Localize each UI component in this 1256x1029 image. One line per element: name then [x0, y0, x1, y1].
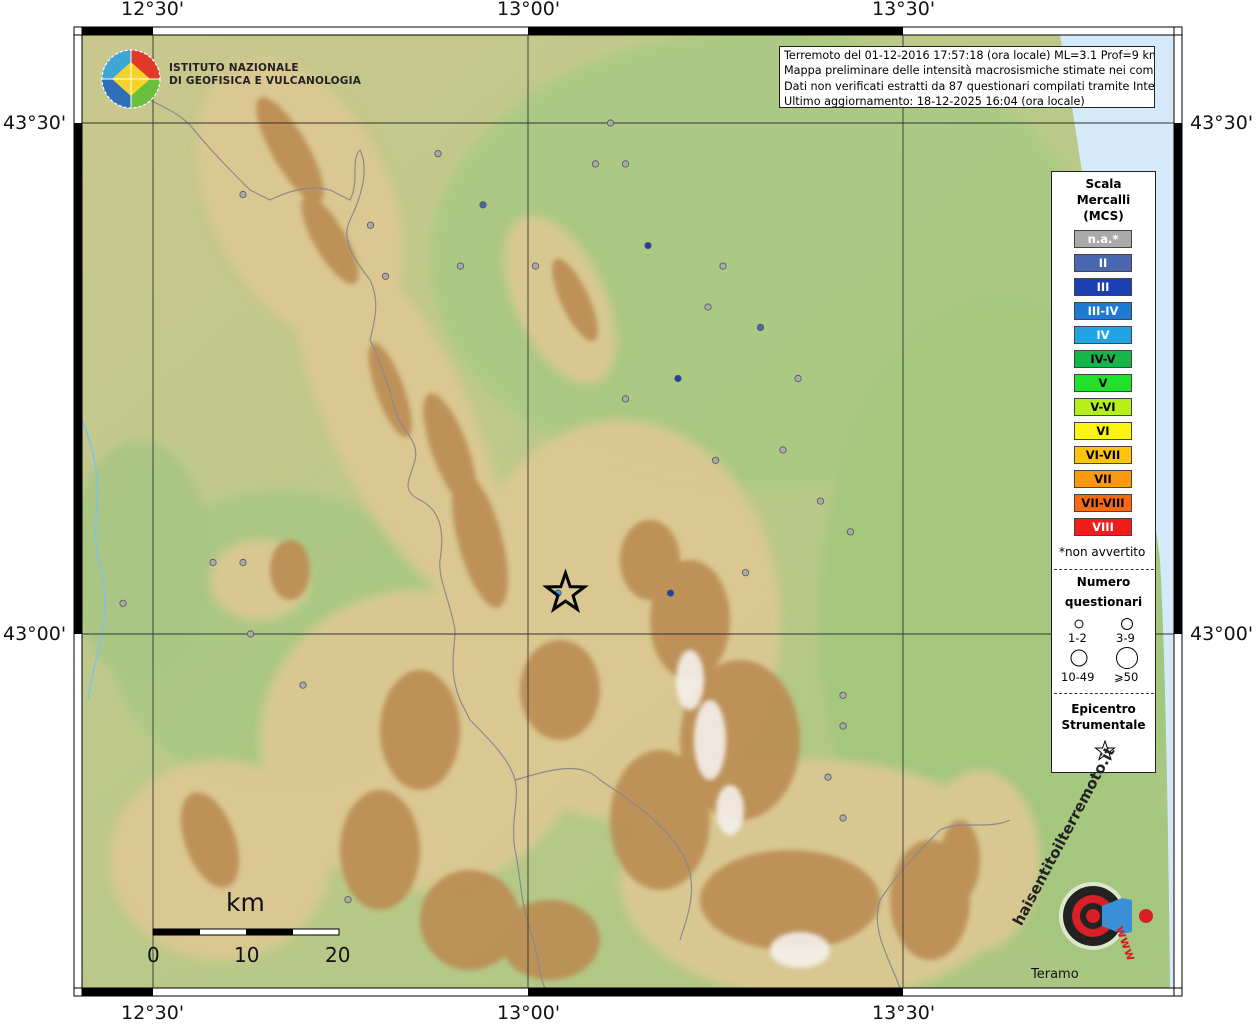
questionnaire-point	[456, 262, 465, 270]
legend-swatch: VII	[1074, 470, 1132, 488]
scale-bar	[152, 928, 340, 936]
questionnaire-point	[674, 374, 682, 383]
legend-swatch: IV-V	[1074, 350, 1132, 368]
info-line: Mappa preliminare delle intensità macros…	[784, 64, 1155, 78]
intensity-map: 12°30' 13°00' 13°30' 12°30' 13°00' 13°30…	[0, 0, 1256, 1024]
questionnaire-point	[621, 160, 630, 168]
bottom-lon-label: 12°30'	[121, 1002, 185, 1024]
questionnaire-point	[779, 446, 787, 454]
na-note: *non avvertito	[1059, 545, 1146, 559]
ingv-logo-text: ISTITUTO NAZIONALE DI GEOFISICA E VULCAN…	[169, 62, 361, 88]
questionnaire-point	[479, 201, 487, 209]
left-lat-label: 43°30'	[3, 112, 67, 134]
questionnaire-point	[209, 558, 217, 567]
questionnaire-point	[119, 599, 127, 607]
legend-epi-title: Epicentro	[1071, 702, 1136, 716]
questionnaire-point	[794, 374, 802, 383]
questionnaire-point	[741, 569, 750, 577]
questionnaire-point	[719, 262, 727, 270]
size-circle-10-49	[1070, 649, 1088, 667]
size-label: ⩾50	[1114, 670, 1139, 684]
questionnaire-point	[239, 190, 247, 199]
legend-swatch: III-IV	[1074, 302, 1132, 320]
questionnaire-point	[606, 119, 615, 127]
legend-swatch: VI	[1074, 422, 1132, 440]
legend-swatch: VI-VII	[1074, 446, 1132, 464]
top-lon-label: 13°00'	[497, 0, 561, 20]
bottom-lon-label: 13°00'	[497, 1002, 561, 1024]
questionnaire-point	[704, 303, 712, 311]
size-circle-3-9	[1121, 618, 1133, 630]
questionnaire-point	[299, 681, 307, 689]
questionnaire-point	[621, 395, 630, 403]
questionnaire-point	[239, 558, 247, 567]
place-label: Teramo	[1031, 967, 1079, 982]
questionnaire-point	[366, 221, 375, 229]
top-lon-label: 12°30'	[121, 0, 185, 20]
left-lat-label: 43°00'	[3, 623, 67, 645]
questionnaire-point	[531, 262, 540, 270]
legend-title: Mercalli	[1076, 193, 1131, 207]
scale-tick: 10	[234, 943, 260, 967]
logo-line: DI GEOFISICA E VULCANOLOGIA	[169, 75, 362, 87]
legend-epi-title: Strumentale	[1061, 718, 1146, 732]
legend-divider	[1054, 569, 1154, 570]
questionnaire-point	[816, 497, 825, 505]
size-label: 10-49	[1061, 670, 1095, 684]
questionnaire-point	[246, 630, 255, 638]
terrain-layer	[82, 35, 1174, 988]
right-lat-label: 43°00'	[1190, 623, 1254, 645]
bottom-lon-label: 13°30'	[872, 1002, 936, 1024]
questionnaire-point	[711, 456, 720, 464]
questionnaire-point	[434, 150, 442, 158]
scale-unit: km	[226, 888, 265, 917]
mcs-legend: Scala Mercalli (MCS) n.a.* II III III-IV IV I…	[1051, 171, 1156, 773]
size-label: 3-9	[1116, 631, 1135, 645]
questionnaire-point	[756, 323, 765, 331]
info-line: Ultimo aggiornamento: 18-12-2025 16:04 (…	[784, 95, 1085, 108]
legend-title: Scala	[1085, 177, 1122, 191]
right-lat-label: 43°30'	[1190, 112, 1254, 134]
legend-swatch: V	[1074, 374, 1132, 392]
size-circle-1-2	[1074, 619, 1084, 629]
questionnaire-point	[846, 528, 855, 536]
legend-swatch: II	[1074, 254, 1132, 272]
legend-divider	[1054, 693, 1154, 694]
questionnaire-point	[666, 589, 675, 597]
size-circle-50	[1116, 647, 1138, 669]
legend-num-title: questionari	[1064, 595, 1143, 609]
legend-title: (MCS)	[1083, 209, 1124, 223]
questionnaire-point	[839, 691, 847, 699]
size-label: 1-2	[1068, 631, 1087, 645]
ingv-logo	[101, 49, 161, 109]
legend-swatch: III	[1074, 278, 1132, 296]
questionnaire-point	[381, 272, 390, 280]
legend-num-title: Numero	[1076, 575, 1131, 589]
event-info-box: Terremoto del 01-12-2016 17:57:18 (ora l…	[779, 46, 1155, 108]
legend-swatch: IV	[1074, 326, 1132, 344]
questionnaire-point	[644, 242, 652, 250]
top-lon-label: 13°30'	[872, 0, 936, 20]
legend-swatch: n.a.*	[1074, 230, 1132, 248]
questionnaire-point	[591, 160, 600, 168]
questionnaire-point	[344, 896, 352, 904]
legend-swatch: V-VI	[1074, 398, 1132, 416]
questionnaire-point	[839, 814, 847, 822]
legend-swatch: VII-VIII	[1074, 494, 1132, 512]
info-line: Terremoto del 01-12-2016 17:57:18 (ora l…	[784, 49, 1155, 62]
legend-swatch: VIII	[1074, 518, 1132, 536]
info-line: Dati non verificati estratti da 87 quest…	[784, 79, 1155, 93]
questionnaire-point	[824, 773, 832, 781]
questionnaire-point	[839, 722, 847, 730]
scale-tick: 20	[325, 943, 351, 967]
logo-line: ISTITUTO NAZIONALE	[169, 62, 299, 74]
scale-tick: 0	[147, 943, 160, 967]
